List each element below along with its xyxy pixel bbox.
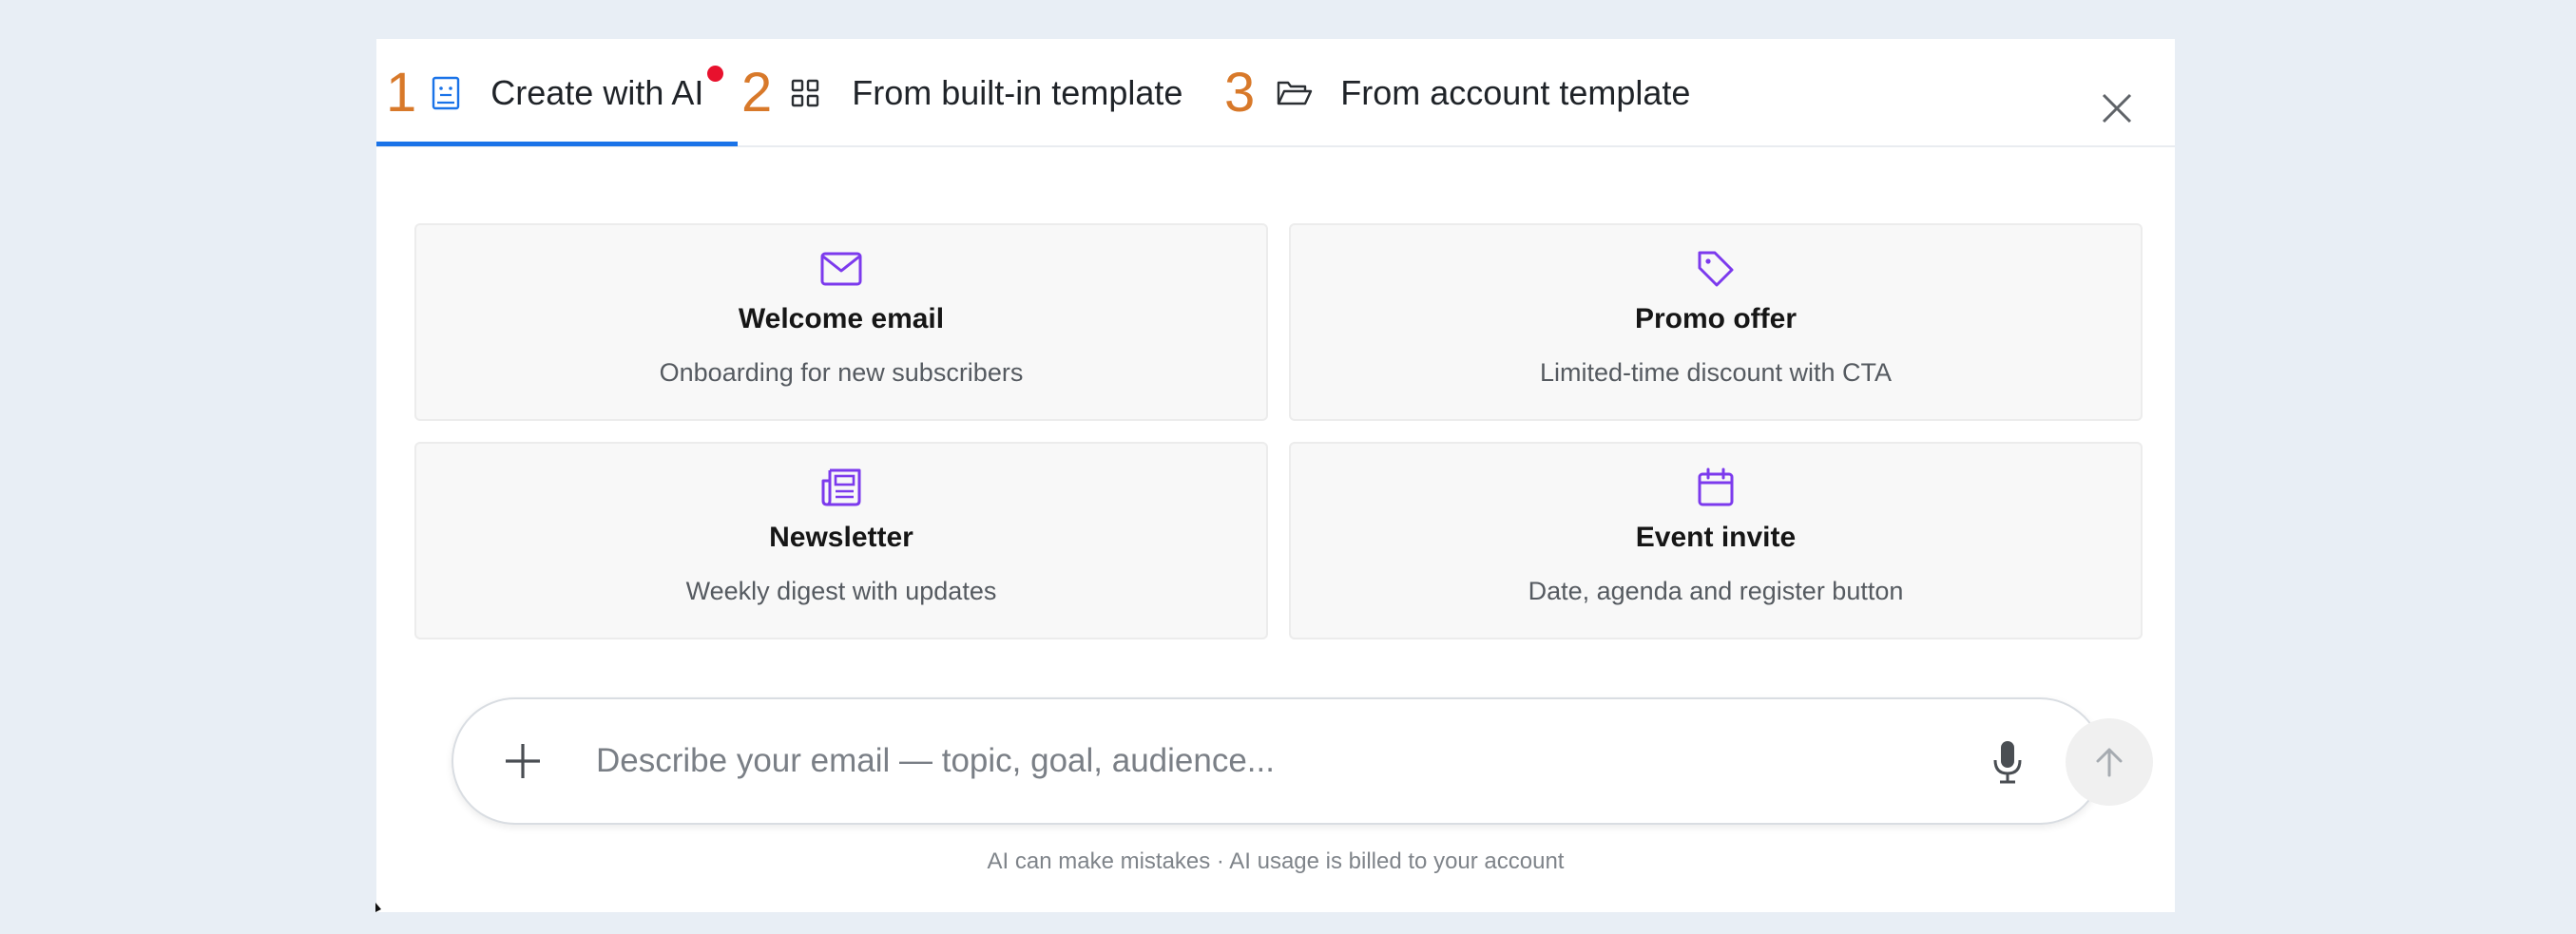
tab-number: 3: [1224, 62, 1256, 124]
tab-create-with-ai[interactable]: 1 Create with AI: [386, 39, 703, 147]
close-button[interactable]: [2093, 85, 2141, 132]
tag-icon: [1696, 248, 1736, 290]
voice-input-button[interactable]: [1984, 735, 2031, 789]
create-email-dialog: 1 Create with AI 2 From built-in templat…: [376, 39, 2175, 912]
active-tab-indicator: [376, 142, 738, 146]
grid-icon: [789, 77, 821, 109]
tab-from-built-in-template[interactable]: 2 From built-in template: [741, 39, 1182, 147]
tab-number: 2: [741, 62, 773, 124]
card-event-invite[interactable]: Event invite Date, agenda and register b…: [1289, 442, 2143, 639]
newspaper-icon: [820, 467, 862, 508]
tab-from-account-template[interactable]: 3 From account template: [1224, 39, 1690, 147]
attach-button[interactable]: [497, 735, 548, 787]
notification-dot: [707, 66, 723, 82]
prompt-composer: [452, 697, 2153, 825]
cursor-icon: [375, 903, 381, 912]
card-title: Event invite: [1635, 522, 1797, 553]
tab-label: From account template: [1340, 73, 1691, 112]
ai-template-icon: [430, 74, 462, 112]
calendar-icon: [1697, 467, 1735, 508]
plus-icon: [506, 744, 540, 778]
card-title: Welcome email: [738, 303, 945, 334]
card-title: Newsletter: [769, 522, 913, 553]
tab-number: 1: [386, 62, 417, 124]
card-title: Promo offer: [1634, 303, 1797, 334]
arrow-up-icon: [2096, 748, 2123, 777]
microphone-icon: [1993, 741, 2022, 784]
card-subtitle: Limited-time discount with CTA: [1539, 358, 1893, 387]
tab-label: Create with AI: [490, 73, 704, 112]
card-promo-offer[interactable]: Promo offer Limited-time discount with C…: [1289, 223, 2143, 421]
tab-label: From built-in template: [852, 73, 1183, 112]
card-subtitle: Weekly digest with updates: [685, 577, 997, 605]
card-subtitle: Onboarding for new subscribers: [659, 358, 1024, 387]
folder-open-icon: [1276, 77, 1314, 109]
send-button[interactable]: [2066, 718, 2153, 806]
prompt-input[interactable]: [596, 731, 1832, 791]
card-newsletter[interactable]: Newsletter Weekly digest with updates: [414, 442, 1268, 639]
tab-bar: 1 Create with AI 2 From built-in templat…: [376, 39, 2175, 147]
close-icon: [2102, 93, 2132, 124]
card-subtitle: Date, agenda and register button: [1528, 577, 1904, 605]
envelope-icon: [820, 248, 862, 290]
card-welcome-email[interactable]: Welcome email Onboarding for new subscri…: [414, 223, 1268, 421]
ai-disclaimer: AI can make mistakes · AI usage is bille…: [987, 848, 1565, 874]
